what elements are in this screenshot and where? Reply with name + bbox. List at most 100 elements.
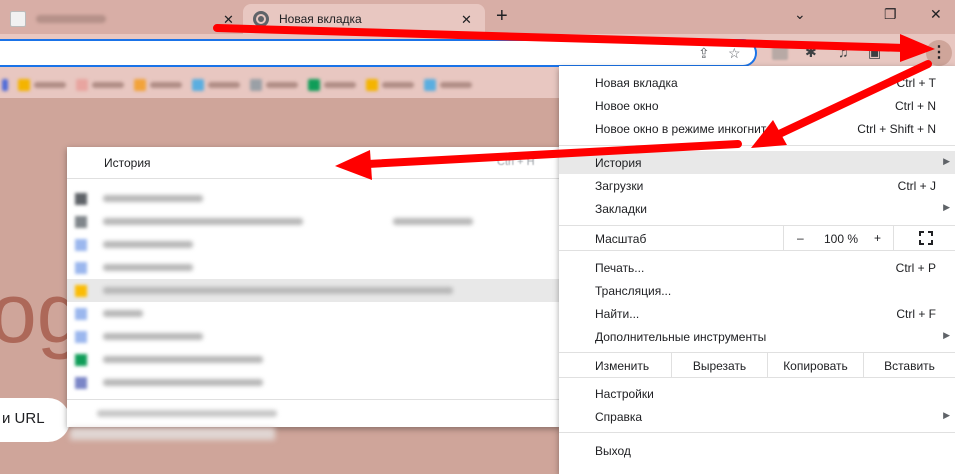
zoom-label: Масштаб: [595, 232, 647, 246]
zoom-in-button[interactable]: +: [874, 231, 881, 245]
menu-item-downloads[interactable]: Загрузки Ctrl + J: [559, 174, 955, 197]
tab-close-icon[interactable]: ✕: [223, 12, 234, 28]
menu-item-shortcut: Ctrl + Shift + N: [857, 122, 936, 136]
search-box-text: и URL: [2, 410, 45, 427]
extensions-puzzle-icon[interactable]: ✱: [805, 44, 817, 61]
zoom-level: 100 %: [824, 232, 859, 246]
history-submenu-divider: [67, 399, 561, 400]
bookmark-item[interactable]: [308, 79, 356, 91]
history-item[interactable]: [67, 302, 561, 325]
menu-item-shortcut: Ctrl + F: [896, 307, 936, 321]
menu-item-label: Закладки: [595, 202, 647, 216]
media-control-icon[interactable]: ♫: [838, 44, 849, 60]
zoom-control: – 100 % +: [783, 226, 894, 250]
submenu-arrow-icon: ▶: [943, 202, 950, 212]
tab-strip: ✕ Новая вкладка ✕ + ⌄ ❐ ✕: [0, 0, 955, 34]
tab-title: Новая вкладка: [279, 12, 362, 26]
menu-item-more-tools[interactable]: Дополнительные инструменты ▶: [559, 325, 955, 348]
share-icon[interactable]: ⇪: [698, 45, 710, 62]
menu-item-label: Выход: [595, 444, 631, 458]
history-submenu-shortcut: Ctrl + H: [497, 156, 535, 168]
menu-divider: [559, 377, 955, 378]
edit-label: Изменить: [595, 359, 650, 373]
menu-item-label: Новое окно в режиме инкогнито: [595, 122, 773, 136]
tab-favicon-icon: [10, 11, 26, 27]
blurred-shadow: [70, 428, 275, 440]
bookmarks-bar: [0, 72, 560, 98]
menu-divider: [559, 145, 955, 146]
chrome-menu-button[interactable]: ⋮: [926, 40, 952, 66]
chrome-icon: [253, 11, 269, 27]
copy-button[interactable]: Копировать: [767, 353, 863, 377]
menu-item-label: Справка: [595, 410, 643, 424]
history-item[interactable]: [67, 279, 561, 302]
history-item[interactable]: [67, 256, 561, 279]
history-submenu-header[interactable]: История Ctrl + H: [67, 147, 561, 179]
bookmark-item[interactable]: [424, 79, 472, 91]
search-box-fragment[interactable]: и URL: [0, 398, 70, 442]
menu-item-find[interactable]: Найти... Ctrl + F: [559, 302, 955, 325]
menu-item-incognito[interactable]: Новое окно в режиме инкогнито Ctrl + Shi…: [559, 117, 955, 140]
menu-item-label: Новое окно: [595, 99, 659, 113]
history-submenu-title: История: [104, 156, 151, 170]
menu-item-new-tab[interactable]: Новая вкладка Ctrl + T: [559, 71, 955, 94]
extension-icon[interactable]: [772, 46, 788, 60]
menu-item-settings[interactable]: Настройки: [559, 382, 955, 405]
menu-item-label: Загрузки: [595, 179, 644, 193]
restore-window-button[interactable]: ❐: [884, 6, 897, 23]
bookmark-item[interactable]: [2, 79, 8, 91]
chrome-main-menu: Новая вкладка Ctrl + T Новое окно Ctrl +…: [559, 66, 955, 474]
menu-item-new-window[interactable]: Новое окно Ctrl + N: [559, 94, 955, 117]
bookmark-item[interactable]: [134, 79, 182, 91]
menu-item-label: Настройки: [595, 387, 654, 401]
tab-inactive[interactable]: ✕: [0, 4, 243, 34]
history-submenu: История Ctrl + H: [67, 147, 561, 427]
new-tab-button[interactable]: +: [496, 5, 508, 28]
history-item[interactable]: [67, 371, 561, 394]
menu-item-exit[interactable]: Выход: [559, 439, 955, 462]
menu-item-help[interactable]: Справка ▶: [559, 405, 955, 428]
submenu-arrow-icon: ▶: [943, 410, 950, 420]
menu-item-shortcut: Ctrl + T: [896, 76, 936, 90]
submenu-arrow-icon: ▶: [943, 156, 950, 166]
menu-item-print[interactable]: Печать... Ctrl + P: [559, 256, 955, 279]
fullscreen-icon[interactable]: [919, 231, 933, 245]
menu-item-cast[interactable]: Трансляция...: [559, 279, 955, 302]
menu-item-label: Новая вкладка: [595, 76, 678, 90]
bookmark-item[interactable]: [250, 79, 298, 91]
menu-item-label: Трансляция...: [595, 284, 672, 298]
menu-item-shortcut: Ctrl + J: [897, 179, 936, 193]
menu-item-label: История: [595, 156, 642, 170]
submenu-arrow-icon: ▶: [943, 330, 950, 340]
history-item[interactable]: [67, 325, 561, 348]
menu-edit-row: Изменить Вырезать Копировать Вставить: [559, 353, 955, 377]
paste-button[interactable]: Вставить: [863, 353, 955, 377]
bookmark-item[interactable]: [18, 79, 66, 91]
address-bar[interactable]: ⇪ ☆: [0, 39, 757, 67]
history-item[interactable]: [67, 187, 561, 210]
history-item[interactable]: [67, 210, 561, 233]
history-submenu-footer-blurred[interactable]: [97, 410, 277, 417]
bookmark-item[interactable]: [76, 79, 124, 91]
menu-item-label: Дополнительные инструменты: [595, 330, 767, 344]
menu-zoom-row: Масштаб – 100 % +: [559, 226, 955, 250]
menu-item-bookmarks[interactable]: Закладки ▶: [559, 197, 955, 220]
tab-title-blurred: [36, 15, 106, 23]
side-panel-icon[interactable]: ▣: [868, 44, 881, 61]
bookmark-item[interactable]: [192, 79, 240, 91]
menu-item-shortcut: Ctrl + P: [895, 261, 936, 275]
tab-search-chevron-icon[interactable]: ⌄: [794, 6, 806, 23]
tab-active[interactable]: Новая вкладка ✕: [243, 4, 485, 34]
menu-divider: [559, 432, 955, 433]
bookmark-item[interactable]: [366, 79, 414, 91]
history-item[interactable]: [67, 233, 561, 256]
close-window-button[interactable]: ✕: [930, 6, 942, 23]
zoom-out-button[interactable]: –: [797, 231, 804, 245]
menu-item-shortcut: Ctrl + N: [894, 99, 936, 113]
bookmark-star-icon[interactable]: ☆: [728, 45, 741, 62]
history-item[interactable]: [67, 348, 561, 371]
menu-item-history[interactable]: История ▶: [559, 151, 955, 174]
menu-divider: [559, 250, 955, 251]
tab-close-icon[interactable]: ✕: [461, 12, 472, 28]
cut-button[interactable]: Вырезать: [671, 353, 767, 377]
